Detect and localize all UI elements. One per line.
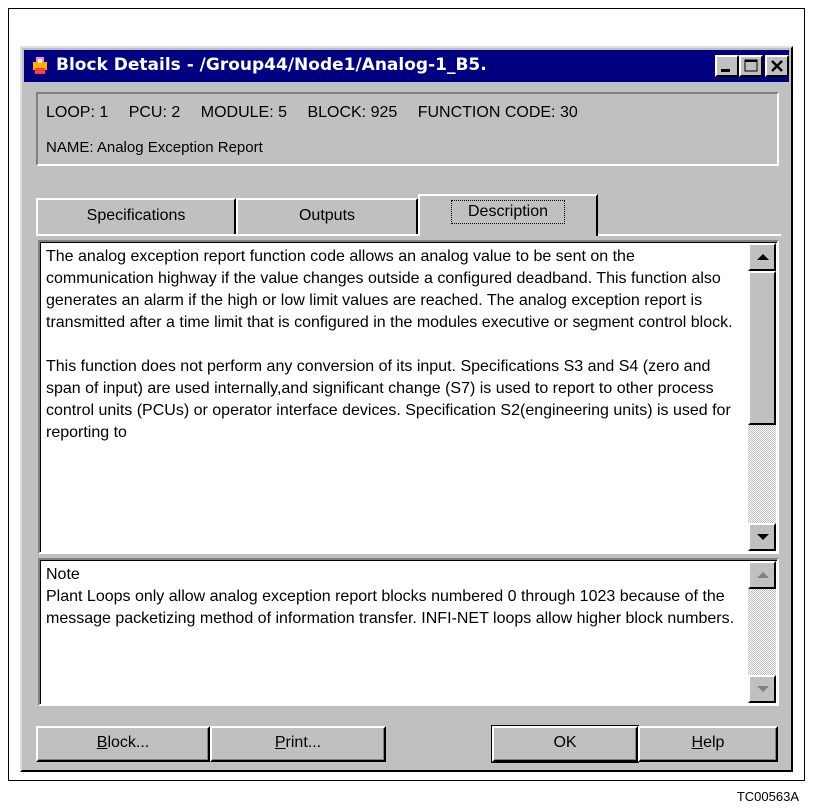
note-body: Plant Loops only allow analog exception … [46,588,735,627]
help-button-label: elp [703,734,725,751]
block-details-window: Block Details - /Group44/Node1/Analog-1_… [20,46,793,772]
module-label: MODULE: 5 [200,104,287,121]
description-paragraph-1: The analog exception report function cod… [46,248,733,331]
tab-panel-edge [36,234,781,236]
block-button-label: lock... [107,734,150,751]
pcu-label: PCU: 2 [128,104,181,121]
loop-label: LOOP: 1 [46,104,109,121]
print-button[interactable]: Print... [210,726,386,762]
arrow-up-icon [757,572,769,578]
description-scroll-up-button[interactable] [748,243,776,271]
maximize-button[interactable] [739,55,763,77]
description-scroll-thumb[interactable] [748,271,776,425]
block-label: BLOCK: 925 [307,104,398,121]
ok-button-label: OK [553,734,577,751]
print-button-accel: P [274,734,286,751]
description-paragraph-2: This function does not perform any conve… [46,358,731,441]
title-bar[interactable]: Block Details - /Group44/Node1/Analog-1_… [24,50,789,82]
ok-button[interactable]: OK [491,725,639,763]
note-text: Note Plant Loops only allow analog excep… [46,564,737,630]
block-name-label: NAME: Analog Exception Report [46,139,263,156]
block-button-accel: B [96,734,108,751]
close-button[interactable] [765,55,789,77]
description-scrollbar[interactable] [748,243,776,551]
tab-description[interactable]: Description [418,194,598,236]
tab-specifications-label: Specifications [86,207,186,224]
help-button[interactable]: Help [638,726,778,762]
arrow-down-icon [757,534,769,540]
note-scroll-up-button[interactable] [748,561,776,589]
minimize-icon [721,69,730,72]
arrow-down-icon [757,686,769,692]
description-text: The analog exception report function cod… [46,246,737,444]
tab-outputs-label: Outputs [298,207,356,224]
block-button[interactable]: Block... [36,726,210,762]
tab-description-label: Description [450,200,566,224]
window-title: Block Details - /Group44/Node1/Analog-1_… [56,55,487,75]
block-address-row: LOOP: 1 PCU: 2 MODULE: 5 BLOCK: 925 FUNC… [46,104,578,122]
maximize-icon [744,59,758,72]
function-code-label: FUNCTION CODE: 30 [417,104,578,121]
arrow-up-icon [757,254,769,260]
close-icon [771,60,783,72]
help-button-accel: H [691,734,704,751]
block-info-panel: LOOP: 1 PCU: 2 MODULE: 5 BLOCK: 925 FUNC… [36,92,779,166]
description-pane[interactable]: The analog exception report function cod… [38,240,779,554]
app-icon [33,57,47,74]
figure-id-label: TC00563A [736,789,799,804]
print-button-label: rint... [285,734,322,751]
note-pane[interactable]: Note Plant Loops only allow analog excep… [38,558,779,706]
tab-specifications[interactable]: Specifications [36,198,236,234]
note-scrollbar[interactable] [748,561,776,703]
tab-outputs[interactable]: Outputs [236,198,418,234]
note-scroll-down-button[interactable] [748,675,776,703]
note-heading: Note [46,566,80,583]
minimize-button[interactable] [715,55,739,77]
description-scroll-down-button[interactable] [748,523,776,551]
